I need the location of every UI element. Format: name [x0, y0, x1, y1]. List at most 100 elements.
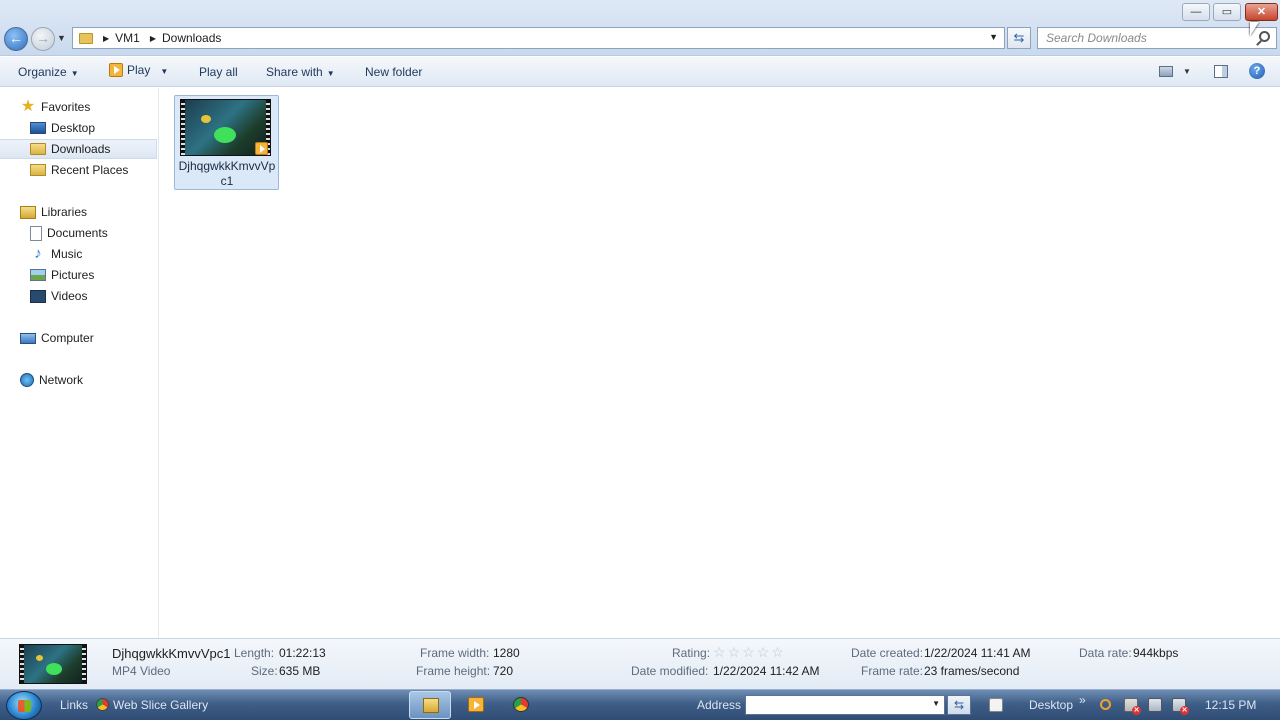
share-with-button[interactable]: Share with ▼	[266, 65, 335, 79]
nav-network[interactable]: Network	[20, 370, 83, 390]
help-icon[interactable]: ?	[1249, 63, 1265, 79]
chrome-icon	[513, 697, 529, 712]
search-placeholder: Search Downloads	[1046, 31, 1147, 45]
web-slice-gallery-label: Web Slice Gallery	[113, 698, 209, 712]
chevron-down-icon[interactable]: ▼	[932, 699, 940, 708]
length-label: Length:	[234, 646, 275, 660]
organize-label: Organize	[18, 65, 67, 79]
taskbar-media-player[interactable]	[455, 691, 497, 719]
star-icon[interactable]: ☆	[771, 644, 786, 660]
recent-pages-dropdown[interactable]: ▼	[57, 33, 66, 43]
address-bar[interactable]: ▶ VM1 ▶ Downloads ▼	[72, 27, 1005, 49]
close-button[interactable]: ✕	[1245, 3, 1278, 21]
nav-label: Network	[39, 373, 84, 387]
view-options-dropdown[interactable]: ▼	[1183, 67, 1191, 76]
computer-icon	[20, 332, 36, 344]
refresh-icon: ⇆	[1013, 30, 1025, 45]
system-clock[interactable]: 12:15 PM	[1205, 698, 1256, 712]
videos-icon	[30, 289, 46, 303]
preview-pane-icon[interactable]	[1214, 65, 1228, 78]
nav-item-documents[interactable]: Documents	[30, 223, 108, 243]
organize-button[interactable]: Organize ▼	[18, 65, 79, 79]
file-name: DjhqgwkkKmvvVpc1	[178, 159, 276, 188]
search-icon[interactable]	[1259, 31, 1270, 42]
maximize-button[interactable]: ▭	[1213, 3, 1241, 21]
nav-item-desktop[interactable]: Desktop	[30, 118, 95, 138]
taskbar-address-input[interactable]: ▼	[745, 695, 945, 715]
mouse-cursor-icon	[1250, 22, 1259, 36]
chrome-icon	[96, 698, 109, 711]
network-status-icon[interactable]	[1148, 698, 1162, 712]
notepad-icon[interactable]	[989, 698, 1003, 712]
breadcrumb-vm1[interactable]: VM1	[115, 31, 140, 45]
new-folder-button[interactable]: New folder	[365, 65, 422, 79]
star-icon[interactable]: ☆	[757, 644, 772, 660]
star-icon[interactable]: ☆	[728, 644, 743, 660]
chevron-down-icon: ▼	[70, 69, 79, 78]
share-with-label: Share with	[266, 65, 323, 79]
play-icon	[109, 63, 123, 77]
data-rate-value: 944kbps	[1133, 646, 1179, 660]
nav-item-videos[interactable]: Videos	[30, 286, 87, 306]
nav-label: Favorites	[41, 100, 91, 114]
action-center-flag-icon[interactable]: ✕	[1124, 698, 1141, 715]
arrow-left-icon: ←	[9, 30, 23, 46]
search-input[interactable]: Search Downloads	[1037, 27, 1277, 49]
nav-favorites[interactable]: ★ Favorites	[20, 97, 91, 117]
back-button[interactable]: ←	[4, 27, 28, 51]
nav-item-recent-places[interactable]: Recent Places	[30, 160, 128, 180]
frame-rate-label: Frame rate:	[861, 664, 924, 678]
details-file-name: DjhqgwkkKmvvVpc1	[112, 646, 231, 661]
folder-icon	[79, 32, 93, 44]
nav-label: Music	[51, 247, 83, 261]
breadcrumb-separator-icon[interactable]: ▶	[103, 34, 109, 43]
taskbar-go-button[interactable]: ⇆	[947, 695, 971, 715]
desktop-toolbar-label[interactable]: Desktop	[1029, 698, 1073, 712]
recent-places-icon	[30, 164, 46, 176]
arrow-right-icon: →	[36, 30, 50, 46]
frame-width-value: 1280	[493, 646, 520, 660]
rating-stars[interactable]: ☆☆☆☆☆	[713, 644, 786, 661]
file-list-view[interactable]: DjhqgwkkKmvvVpc1	[160, 88, 1280, 638]
play-button[interactable]: Play ▼	[109, 63, 168, 77]
nav-label: Computer	[41, 331, 94, 345]
network-icon	[20, 373, 34, 387]
breadcrumb-downloads[interactable]: Downloads	[162, 31, 221, 45]
nav-label: Pictures	[51, 268, 95, 282]
toolbar-overflow-chevron[interactable]: »	[1079, 693, 1086, 707]
change-view-icon[interactable]	[1159, 66, 1173, 77]
address-history-dropdown[interactable]: ▼	[989, 32, 998, 42]
breadcrumb-separator-icon[interactable]: ▶	[150, 34, 156, 43]
search-icon[interactable]	[1100, 699, 1111, 710]
star-icon[interactable]: ☆	[742, 644, 757, 660]
nav-libraries[interactable]: Libraries	[20, 202, 87, 222]
play-all-button[interactable]: Play all	[199, 65, 238, 79]
details-file-type: MP4 Video	[112, 664, 171, 678]
forward-button[interactable]: →	[31, 27, 55, 51]
nav-item-pictures[interactable]: Pictures	[30, 265, 94, 285]
file-item[interactable]: DjhqgwkkKmvvVpc1	[174, 95, 279, 190]
star-icon[interactable]: ☆	[713, 644, 728, 660]
taskbar-chrome[interactable]	[500, 691, 542, 719]
frame-rate-value: 23 frames/second	[924, 664, 1020, 678]
nav-item-music[interactable]: ♪ Music	[30, 244, 82, 264]
taskbar-windows-explorer[interactable]	[409, 691, 451, 719]
web-slice-gallery-link[interactable]: Web Slice Gallery	[96, 698, 208, 712]
address-toolbar-label: Address	[697, 698, 742, 712]
navigation-pane: ★ Favorites Desktop Downloads Recent Pla…	[0, 88, 159, 638]
taskbar: Links Web Slice Gallery Address ▼ ⇆ Desk…	[0, 689, 1280, 720]
chevron-down-icon[interactable]: ▼	[160, 67, 168, 76]
nav-item-downloads[interactable]: Downloads	[0, 139, 157, 159]
nav-label: Desktop	[51, 121, 96, 135]
date-modified-label: Date modified:	[631, 664, 709, 678]
volume-muted-icon[interactable]: ✕	[1172, 698, 1189, 715]
nav-computer[interactable]: Computer	[20, 328, 94, 348]
frame-height-value: 720	[493, 664, 514, 678]
pictures-icon	[30, 269, 46, 281]
refresh-button[interactable]: ⇆	[1007, 27, 1031, 49]
start-button[interactable]	[6, 691, 42, 720]
minimize-button[interactable]: —	[1182, 3, 1210, 21]
links-toolbar-label[interactable]: Links	[60, 698, 88, 712]
media-overlay-icon	[255, 142, 268, 155]
length-value: 01:22:13	[279, 646, 326, 660]
